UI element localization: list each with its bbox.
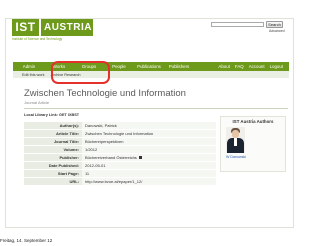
- ist-austria-logo[interactable]: IST AUSTRIA: [12, 19, 93, 36]
- metadata-row: Date Published: 2012-05-01: [24, 162, 216, 170]
- nav-logout[interactable]: Logout: [270, 64, 283, 69]
- map-pin-icon[interactable]: [138, 156, 142, 160]
- metadata-row: URL: http://www.bvoe.at/epaper/1_12/: [24, 178, 216, 186]
- nav-right-links: About FAQ Account Logout: [218, 64, 289, 69]
- author-link[interactable]: W Danowski: [226, 155, 246, 159]
- metadata-value: 11: [82, 170, 216, 177]
- authors-panel: IST Austria Authors W Danowski: [220, 116, 286, 172]
- metadata-row: Journal Title: Büchereiperspektiven: [24, 138, 216, 146]
- metadata-value: Zwischen Technologie und Information: [82, 130, 216, 137]
- metadata-row: Start Page: 11: [24, 170, 216, 178]
- edit-work-link[interactable]: Edit this work: [22, 73, 45, 77]
- authors-panel-heading: IST Austria Authors: [232, 119, 274, 124]
- search-button[interactable]: Search: [266, 21, 283, 28]
- metadata-row: Author(s): Danowski, Patrick: [24, 122, 216, 130]
- slide: IST AUSTRIA Institute of Science and Tec…: [0, 0, 320, 246]
- nav-publications[interactable]: Publications: [133, 62, 165, 71]
- metadata-value: Büchereiverband Österreichs: [82, 154, 216, 161]
- local-library-link[interactable]: Local Library Link: GET IXBST: [24, 113, 79, 117]
- metadata-key: Volume:: [24, 146, 82, 153]
- metadata-value[interactable]: http://www.bvoe.at/epaper/1_12/: [82, 178, 216, 185]
- metadata-key: Publisher:: [24, 154, 82, 161]
- nav-about[interactable]: About: [218, 64, 229, 69]
- metadata-key: Article Title:: [24, 130, 82, 137]
- slide-footer-date: Freitag, 14. September 12: [0, 238, 53, 243]
- nav-publishers[interactable]: Publishers: [165, 62, 193, 71]
- metadata-key: Author(s):: [24, 122, 82, 129]
- metadata-row: Publisher: Büchereiverband Österreichs: [24, 154, 216, 162]
- title-divider: [24, 108, 288, 109]
- metadata-value[interactable]: Danowski, Patrick: [82, 122, 216, 129]
- publisher-text[interactable]: Büchereiverband Österreichs: [85, 155, 137, 160]
- advanced-search-link[interactable]: Advanced: [269, 29, 285, 33]
- metadata-key: Start Page:: [24, 170, 82, 177]
- page-title: Zwischen Technologie und Information: [24, 88, 186, 99]
- nav-admin[interactable]: Admin: [13, 62, 45, 71]
- logo-ist-text: IST: [12, 19, 39, 36]
- work-type: Journal Article: [24, 100, 50, 105]
- metadata-value: 2012-05-01: [82, 162, 216, 169]
- author-photo[interactable]: [226, 127, 245, 153]
- logo-austria-text: AUSTRIA: [41, 19, 93, 36]
- highlight-oval: [51, 61, 110, 84]
- logo-tagline: Institute of Science and Technology: [12, 37, 63, 41]
- metadata-row: Article Title: Zwischen Technologie und …: [24, 130, 216, 138]
- nav-account[interactable]: Account: [249, 64, 265, 69]
- search-input[interactable]: [211, 22, 264, 27]
- metadata-key: Date Published:: [24, 162, 82, 169]
- metadata-row: Volume: 1/2012: [24, 146, 216, 154]
- metadata-key: URL:: [24, 178, 82, 185]
- metadata-value: Büchereiperspektiven: [82, 138, 216, 145]
- metadata-value: 1/2012: [82, 146, 216, 153]
- metadata-key: Journal Title:: [24, 138, 82, 145]
- metadata-table: Author(s): Danowski, Patrick Article Tit…: [24, 122, 216, 186]
- nav-faq[interactable]: FAQ: [235, 64, 244, 69]
